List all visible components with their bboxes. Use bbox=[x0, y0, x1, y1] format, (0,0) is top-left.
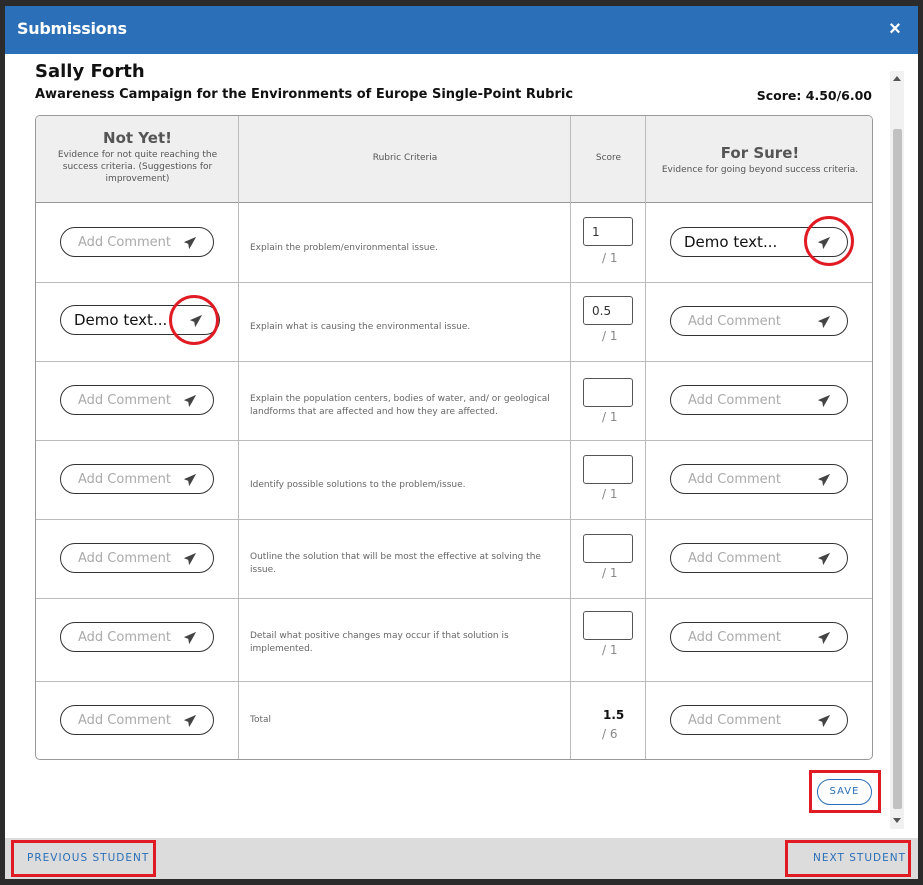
not-yet-comment-input[interactable]: Add Comment bbox=[60, 385, 214, 415]
send-icon[interactable] bbox=[183, 236, 197, 250]
scroll-down-icon[interactable] bbox=[893, 818, 901, 823]
comment-value: Demo text... bbox=[684, 233, 778, 251]
not-yet-comment-input[interactable]: Add Comment bbox=[60, 622, 214, 652]
send-icon[interactable] bbox=[183, 631, 197, 645]
send-icon[interactable] bbox=[817, 714, 831, 728]
row-divider bbox=[36, 440, 872, 441]
next-student-button[interactable]: NEXT STUDENT bbox=[813, 852, 906, 864]
criteria-text: Explain what is causing the environmenta… bbox=[250, 322, 471, 332]
send-icon[interactable] bbox=[817, 394, 831, 408]
not-yet-description: Evidence for not quite reaching the succ… bbox=[57, 150, 218, 184]
score-value: 0.5 bbox=[592, 304, 612, 318]
close-icon[interactable]: × bbox=[883, 17, 907, 41]
not-yet-comment-input[interactable]: Demo text... bbox=[60, 305, 220, 335]
comment-placeholder: Add Comment bbox=[688, 630, 781, 645]
modal-titlebar: Submissions × bbox=[5, 6, 918, 54]
criteria-text: Detail what positive changes may occur i… bbox=[250, 631, 509, 654]
score-input[interactable]: 1 bbox=[583, 217, 633, 246]
not-yet-comment-input[interactable]: Add Comment bbox=[60, 227, 214, 257]
comment-value: Demo text... bbox=[74, 311, 168, 329]
for-sure-comment-input[interactable]: Add Comment bbox=[670, 705, 848, 735]
total-score: 1.5 bbox=[603, 708, 625, 722]
send-icon[interactable] bbox=[817, 473, 831, 487]
score-input[interactable] bbox=[583, 611, 633, 640]
for-sure-comment-input[interactable]: Add Comment bbox=[670, 306, 848, 336]
criteria-text: Explain the population centers, bodies o… bbox=[250, 394, 550, 417]
send-icon[interactable] bbox=[189, 314, 203, 328]
for-sure-comment-input[interactable]: Add Comment bbox=[670, 385, 848, 415]
score-header: Score bbox=[595, 153, 622, 163]
rubric-table: Not Yet! Evidence for not quite reaching… bbox=[35, 115, 873, 760]
criteria-text: Explain the problem/environmental issue. bbox=[250, 243, 438, 253]
total-out-of: / 6 bbox=[602, 727, 618, 741]
criteria-header: Rubric Criteria bbox=[372, 153, 438, 163]
score-input[interactable]: 0.5 bbox=[583, 296, 633, 325]
rubric-header: Not Yet! Evidence for not quite reaching… bbox=[36, 116, 872, 203]
not-yet-header: Not Yet! Evidence for not quite reaching… bbox=[36, 129, 239, 185]
column-divider bbox=[645, 116, 646, 759]
score-out-of: / 1 bbox=[602, 566, 618, 580]
rubric-title: Awareness Campaign for the Environments … bbox=[35, 87, 574, 102]
comment-placeholder: Add Comment bbox=[78, 393, 171, 408]
for-sure-header: For Sure! Evidence for going beyond succ… bbox=[646, 144, 872, 176]
score-out-of: / 1 bbox=[602, 329, 618, 343]
column-divider bbox=[570, 116, 571, 759]
criteria-text: Outline the solution that will be most t… bbox=[250, 552, 541, 575]
not-yet-comment-input[interactable]: Add Comment bbox=[60, 705, 214, 735]
score-input[interactable] bbox=[583, 378, 633, 407]
score-input[interactable] bbox=[583, 455, 633, 484]
send-icon[interactable] bbox=[817, 315, 831, 329]
send-icon[interactable] bbox=[817, 552, 831, 566]
comment-placeholder: Add Comment bbox=[78, 713, 171, 728]
comment-placeholder: Add Comment bbox=[688, 393, 781, 408]
scroll-up-icon[interactable] bbox=[893, 76, 901, 81]
submissions-modal: Submissions × Sally Forth Awareness Camp… bbox=[5, 6, 918, 879]
send-icon[interactable] bbox=[183, 473, 197, 487]
score-out-of: / 1 bbox=[602, 487, 618, 501]
not-yet-comment-input[interactable]: Add Comment bbox=[60, 543, 214, 573]
score-out-of: / 1 bbox=[602, 251, 618, 265]
for-sure-comment-input[interactable]: Demo text... bbox=[670, 227, 848, 257]
criteria-text: Identify possible solutions to the probl… bbox=[250, 480, 466, 490]
comment-placeholder: Add Comment bbox=[78, 551, 171, 566]
save-button[interactable]: SAVE bbox=[817, 779, 872, 805]
score-summary: Score: 4.50/6.00 bbox=[756, 88, 872, 103]
send-icon[interactable] bbox=[183, 552, 197, 566]
previous-student-button[interactable]: PREVIOUS STUDENT bbox=[27, 852, 149, 864]
for-sure-title: For Sure! bbox=[720, 144, 800, 162]
for-sure-description: Evidence for going beyond success criter… bbox=[661, 165, 859, 175]
comment-placeholder: Add Comment bbox=[688, 472, 781, 487]
not-yet-title: Not Yet! bbox=[103, 129, 172, 147]
score-input[interactable] bbox=[583, 534, 633, 563]
row-divider bbox=[36, 598, 872, 599]
column-divider bbox=[238, 116, 239, 759]
score-out-of: / 1 bbox=[602, 643, 618, 657]
scroll-thumb[interactable] bbox=[893, 129, 902, 809]
modal-title: Submissions bbox=[17, 19, 127, 38]
send-icon[interactable] bbox=[817, 236, 831, 250]
comment-placeholder: Add Comment bbox=[78, 235, 171, 250]
total-label: Total bbox=[250, 715, 272, 725]
row-divider bbox=[36, 361, 872, 362]
score-out-of: / 1 bbox=[602, 410, 618, 424]
for-sure-comment-input[interactable]: Add Comment bbox=[670, 622, 848, 652]
row-divider bbox=[36, 519, 872, 520]
modal-footer: PREVIOUS STUDENT NEXT STUDENT bbox=[5, 838, 918, 879]
student-name: Sally Forth bbox=[35, 61, 145, 82]
not-yet-comment-input[interactable]: Add Comment bbox=[60, 464, 214, 494]
row-divider bbox=[36, 681, 872, 682]
comment-placeholder: Add Comment bbox=[78, 630, 171, 645]
send-icon[interactable] bbox=[183, 714, 197, 728]
comment-placeholder: Add Comment bbox=[688, 314, 781, 329]
comment-placeholder: Add Comment bbox=[688, 713, 781, 728]
for-sure-comment-input[interactable]: Add Comment bbox=[670, 543, 848, 573]
for-sure-comment-input[interactable]: Add Comment bbox=[670, 464, 848, 494]
comment-placeholder: Add Comment bbox=[688, 551, 781, 566]
send-icon[interactable] bbox=[817, 631, 831, 645]
score-value: 1 bbox=[592, 225, 600, 239]
comment-placeholder: Add Comment bbox=[78, 472, 171, 487]
send-icon[interactable] bbox=[183, 394, 197, 408]
vertical-scrollbar[interactable] bbox=[890, 71, 904, 829]
row-divider bbox=[36, 282, 872, 283]
